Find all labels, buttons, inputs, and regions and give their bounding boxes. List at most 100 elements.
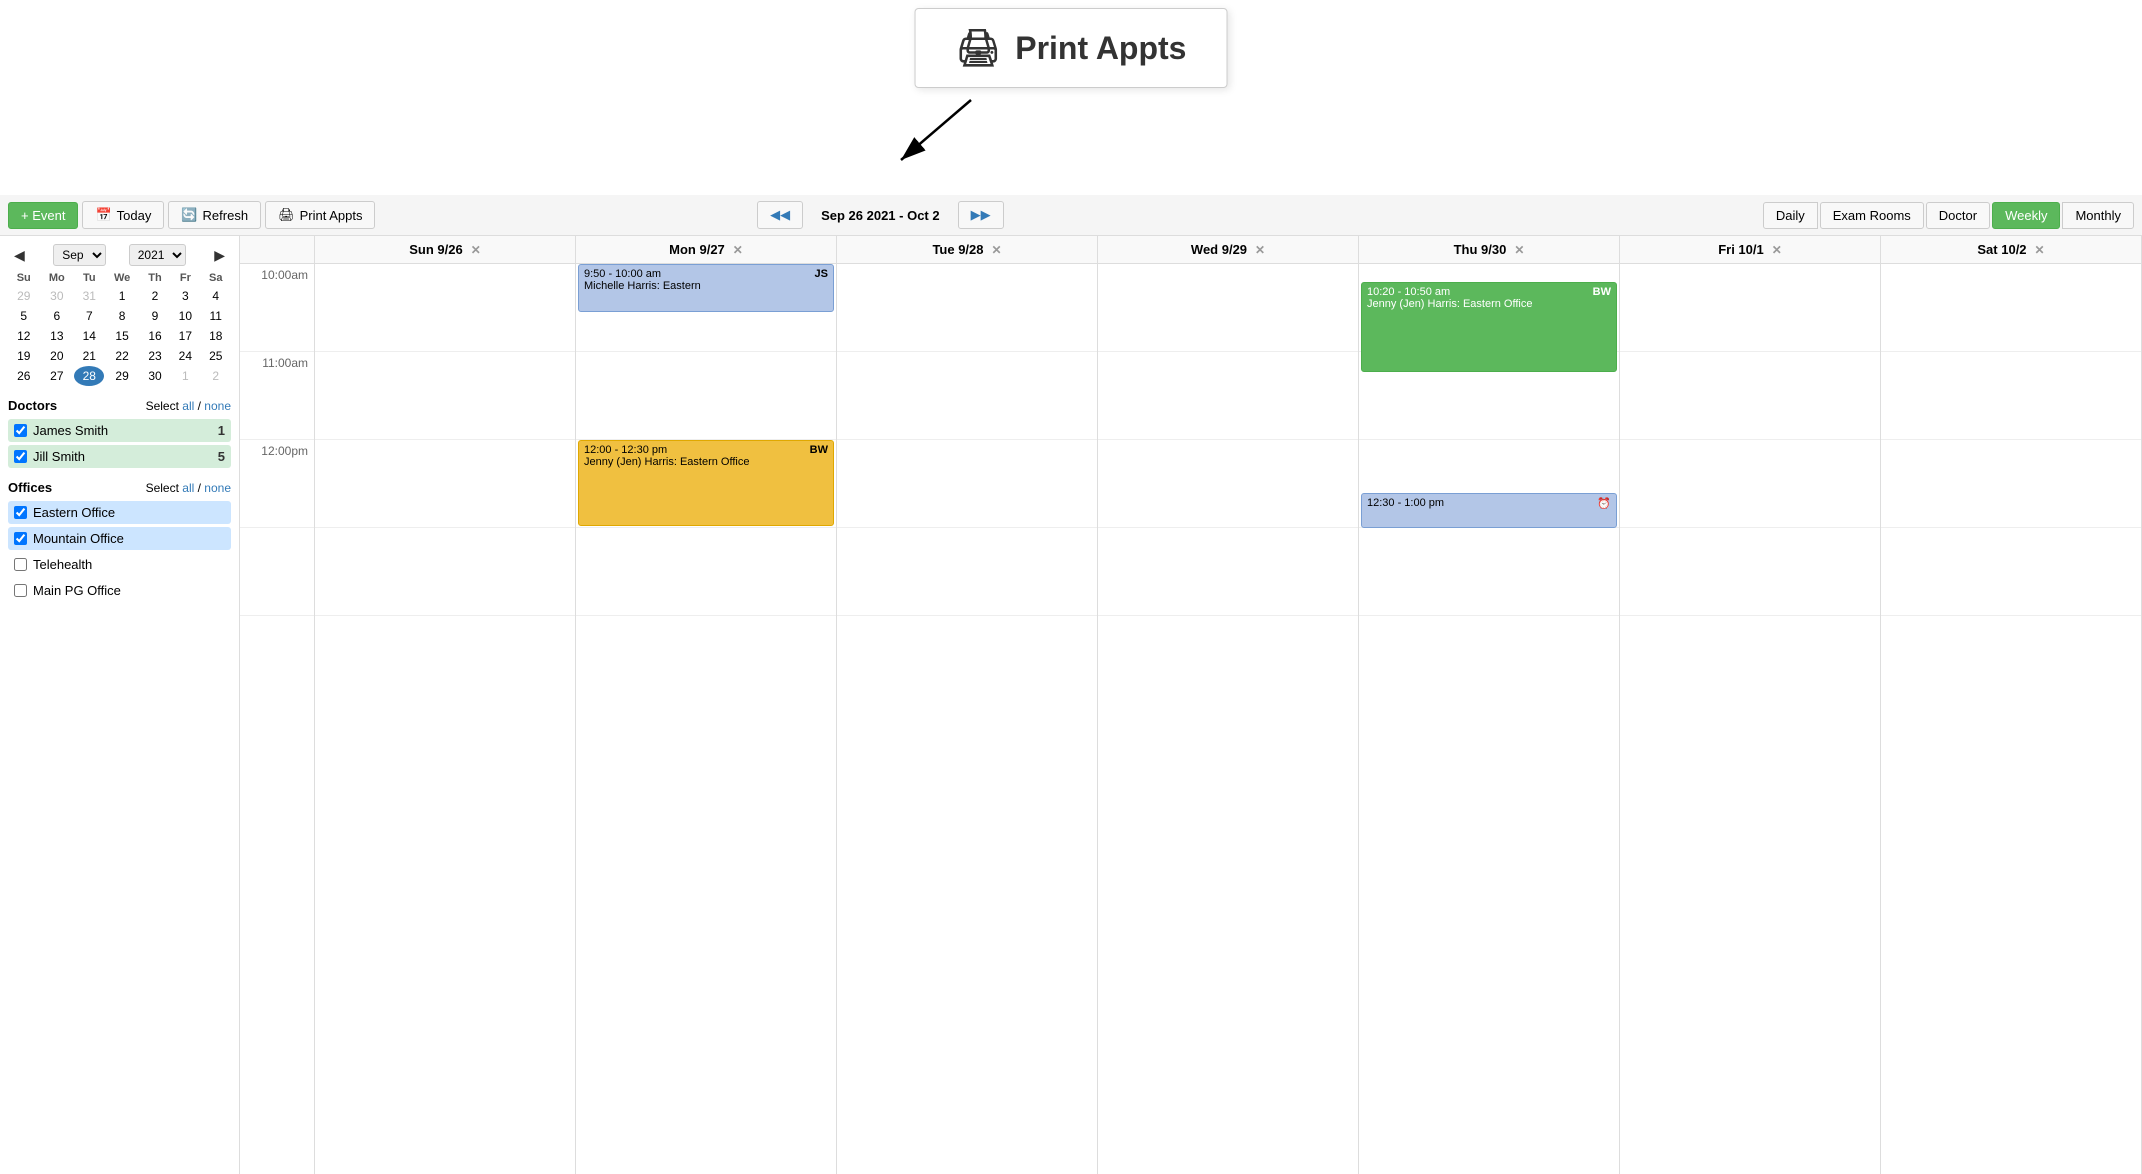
cal-day-25[interactable]: 25 (200, 346, 231, 366)
office-eastern-checkbox[interactable] (14, 506, 27, 519)
cell-sun-12pm[interactable] (315, 440, 575, 528)
cell-sat-12pm[interactable] (1881, 440, 2141, 528)
office-mainpg-name: Main PG Office (33, 583, 121, 598)
cal-day-21[interactable]: 21 (74, 346, 104, 366)
cal-day-14[interactable]: 14 (74, 326, 104, 346)
view-monthly-button[interactable]: Monthly (2062, 202, 2134, 229)
cell-sat-1pm[interactable] (1881, 528, 2141, 616)
cal-day-19[interactable]: 19 (8, 346, 39, 366)
cell-thu-1pm[interactable] (1359, 528, 1619, 616)
cal-day-16[interactable]: 16 (140, 326, 170, 346)
cell-tue-11am[interactable] (837, 352, 1097, 440)
cal-day-6[interactable]: 6 (39, 306, 74, 326)
close-wed-icon[interactable]: ✕ (1255, 243, 1265, 257)
appt-jenny-harris-mon[interactable]: 12:00 - 12:30 pm BW Jenny (Jen) Harris: … (578, 440, 834, 526)
cell-sun-11am[interactable] (315, 352, 575, 440)
cal-day-1[interactable]: 1 (104, 286, 139, 306)
cal-day-22[interactable]: 22 (104, 346, 139, 366)
cal-day-30[interactable]: 30 (39, 286, 74, 306)
cal-day-3[interactable]: 3 (170, 286, 200, 306)
today-button[interactable]: 📅 Today (82, 201, 164, 229)
view-doctor-button[interactable]: Doctor (1926, 202, 1990, 229)
cell-mon-10am[interactable]: 9:50 - 10:00 am JS Michelle Harris: East… (576, 264, 836, 352)
cell-mon-11am[interactable] (576, 352, 836, 440)
cal-day-30[interactable]: 30 (140, 366, 170, 386)
cell-wed-10am[interactable] (1098, 264, 1358, 352)
cell-sun-10am[interactable] (315, 264, 575, 352)
cell-tue-1pm[interactable] (837, 528, 1097, 616)
cal-day-31[interactable]: 31 (74, 286, 104, 306)
cell-sat-10am[interactable] (1881, 264, 2141, 352)
close-mon-icon[interactable]: ✕ (733, 243, 743, 257)
office-mainpg-checkbox[interactable] (14, 584, 27, 597)
view-weekly-button[interactable]: Weekly (1992, 202, 2060, 229)
refresh-button[interactable]: 🔄 Refresh (168, 201, 261, 229)
cal-day-15[interactable]: 15 (104, 326, 139, 346)
cal-day-24[interactable]: 24 (170, 346, 200, 366)
cell-thu-11am[interactable] (1359, 352, 1619, 440)
cal-day-8[interactable]: 8 (104, 306, 139, 326)
prev-week-button[interactable]: ◀◀ (757, 201, 803, 229)
cell-fri-1pm[interactable] (1620, 528, 1880, 616)
cell-wed-12pm[interactable] (1098, 440, 1358, 528)
doctors-select-none[interactable]: none (204, 399, 231, 413)
cal-day-2[interactable]: 2 (140, 286, 170, 306)
cal-day-12[interactable]: 12 (8, 326, 39, 346)
close-tue-icon[interactable]: ✕ (992, 243, 1002, 257)
cal-day-18[interactable]: 18 (200, 326, 231, 346)
add-event-button[interactable]: + Event (8, 202, 78, 229)
cal-day-29[interactable]: 29 (8, 286, 39, 306)
office-telehealth-checkbox[interactable] (14, 558, 27, 571)
next-month-button[interactable]: ▶ (208, 245, 231, 266)
close-sat-icon[interactable]: ✕ (2035, 243, 2045, 257)
cal-day-28[interactable]: 28 (74, 366, 104, 386)
month-select[interactable]: JanFebMar AprMayJun JulAugSep OctNovDec (53, 244, 106, 266)
view-daily-button[interactable]: Daily (1763, 202, 1818, 229)
year-select[interactable]: 2019202020212022 (129, 244, 186, 266)
cal-day-17[interactable]: 17 (170, 326, 200, 346)
cal-day-26[interactable]: 26 (8, 366, 39, 386)
cell-mon-12pm[interactable]: 12:00 - 12:30 pm BW Jenny (Jen) Harris: … (576, 440, 836, 528)
offices-select-all[interactable]: all (182, 481, 194, 495)
next-week-button[interactable]: ▶▶ (958, 201, 1004, 229)
cell-wed-11am[interactable] (1098, 352, 1358, 440)
doctor-james-checkbox[interactable] (14, 424, 27, 437)
close-fri-icon[interactable]: ✕ (1772, 243, 1782, 257)
office-mountain-checkbox[interactable] (14, 532, 27, 545)
cal-day-20[interactable]: 20 (39, 346, 74, 366)
prev-month-button[interactable]: ◀ (8, 245, 31, 266)
appt-thu-1230[interactable]: 12:30 - 1:00 pm ⏰ (1361, 493, 1617, 528)
view-examrooms-button[interactable]: Exam Rooms (1820, 202, 1924, 229)
offices-select-none[interactable]: none (204, 481, 231, 495)
print-appts-popup[interactable]: 🖨 Print Appts (915, 8, 1228, 88)
cal-day-9[interactable]: 9 (140, 306, 170, 326)
cal-day-13[interactable]: 13 (39, 326, 74, 346)
cal-day-23[interactable]: 23 (140, 346, 170, 366)
cell-mon-1pm[interactable] (576, 528, 836, 616)
print-appts-button[interactable]: 🖨 Print Appts (265, 201, 375, 229)
doctors-select-all[interactable]: all (182, 399, 194, 413)
cal-day-5[interactable]: 5 (8, 306, 39, 326)
cell-sat-11am[interactable] (1881, 352, 2141, 440)
cal-day-1[interactable]: 1 (170, 366, 200, 386)
cell-thu-12pm[interactable]: 12:30 - 1:00 pm ⏰ (1359, 440, 1619, 528)
cal-day-11[interactable]: 11 (200, 306, 231, 326)
cal-day-27[interactable]: 27 (39, 366, 74, 386)
cell-tue-10am[interactable] (837, 264, 1097, 352)
cell-sun-1pm[interactable] (315, 528, 575, 616)
cal-day-7[interactable]: 7 (74, 306, 104, 326)
doctor-jill-checkbox[interactable] (14, 450, 27, 463)
close-sun-icon[interactable]: ✕ (471, 243, 481, 257)
cal-day-29[interactable]: 29 (104, 366, 139, 386)
cell-fri-12pm[interactable] (1620, 440, 1880, 528)
cal-day-4[interactable]: 4 (200, 286, 231, 306)
cell-thu-10am[interactable]: 10:20 - 10:50 am BW Jenny (Jen) Harris: … (1359, 264, 1619, 352)
cell-fri-10am[interactable] (1620, 264, 1880, 352)
cell-wed-1pm[interactable] (1098, 528, 1358, 616)
cell-tue-12pm[interactable] (837, 440, 1097, 528)
cell-fri-11am[interactable] (1620, 352, 1880, 440)
cal-day-10[interactable]: 10 (170, 306, 200, 326)
cal-day-2[interactable]: 2 (200, 366, 231, 386)
close-thu-icon[interactable]: ✕ (1514, 243, 1524, 257)
appt-michelle-harris[interactable]: 9:50 - 10:00 am JS Michelle Harris: East… (578, 264, 834, 312)
